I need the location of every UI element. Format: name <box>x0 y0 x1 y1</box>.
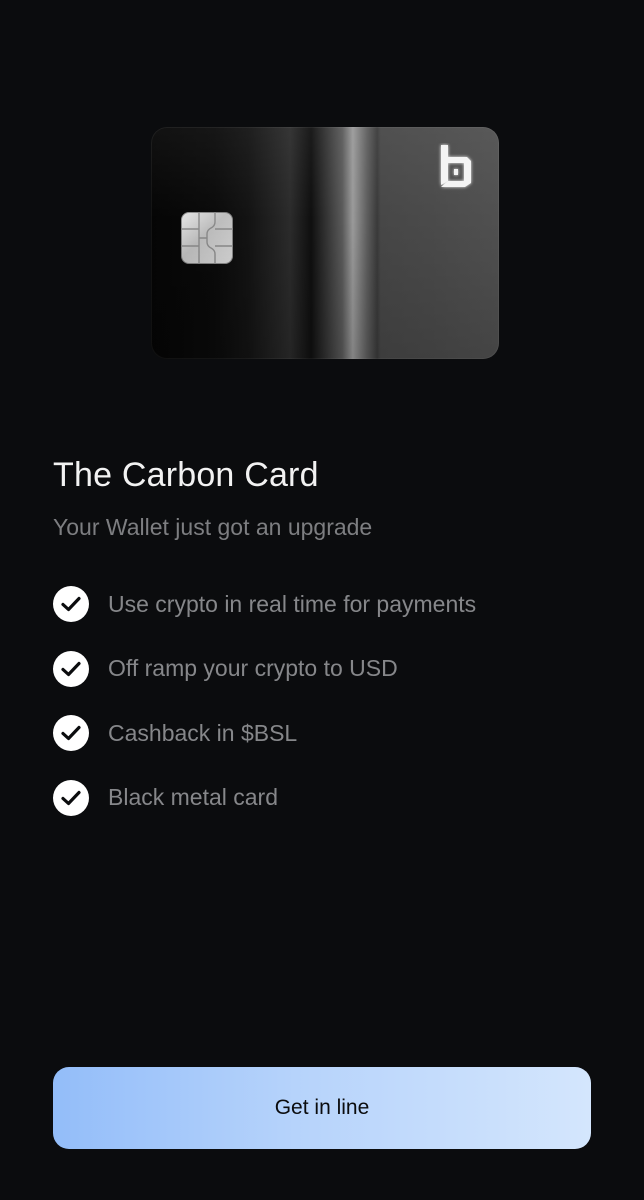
feature-label: Off ramp your crypto to USD <box>108 655 398 681</box>
emv-chip-icon <box>181 212 233 264</box>
check-circle-icon <box>53 715 89 751</box>
carbon-card-image <box>151 127 499 359</box>
feature-item: Use crypto in real time for payments <box>53 582 476 626</box>
carbon-logo-icon <box>437 143 475 191</box>
feature-label: Cashback in $BSL <box>108 719 298 746</box>
get-in-line-button[interactable]: Get in line <box>53 1067 591 1149</box>
feature-label: Use crypto in real time for payments <box>108 590 477 617</box>
feature-item: Cashback in $BSL <box>53 711 476 755</box>
feature-item: Off ramp your crypto to USD <box>53 647 476 691</box>
feature-label: Black metal card <box>108 784 279 810</box>
page-title: The Carbon Card <box>53 456 319 494</box>
check-circle-icon <box>53 779 89 816</box>
page-subtitle: Your Wallet just got an upgrade <box>53 514 373 540</box>
feature-list: Use crypto in real time for payments Off… <box>53 582 476 840</box>
feature-item: Black metal card <box>53 776 476 820</box>
check-circle-icon <box>53 586 89 622</box>
check-circle-icon <box>53 650 89 687</box>
